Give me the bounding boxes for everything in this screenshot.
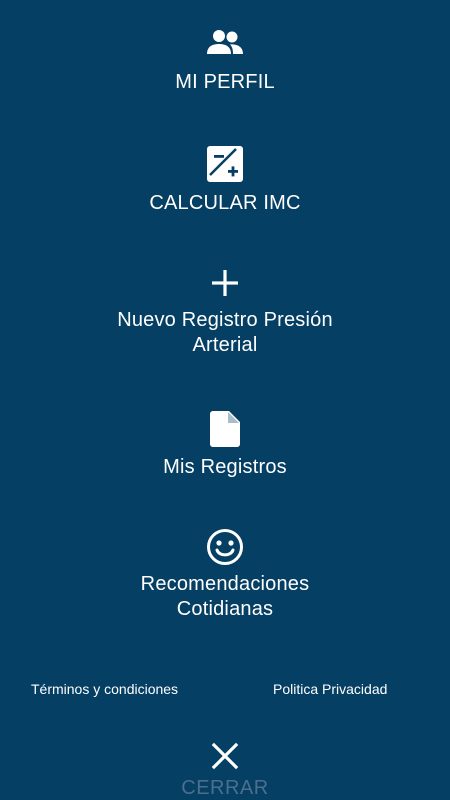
menu-label-recomendaciones: Recomendaciones Cotidianas: [140, 573, 310, 620]
plus-icon: [210, 268, 240, 298]
menu-item-nuevo-registro[interactable]: Nuevo Registro Presión Arterial: [0, 268, 450, 358]
smile-icon: [206, 528, 244, 566]
privacy-link[interactable]: Politica Privacidad: [273, 680, 387, 698]
close-label: CERRAR: [181, 777, 269, 799]
exposure-icon: [206, 145, 244, 183]
users-icon: [205, 28, 245, 56]
menu-label-mis-registros: Mis Registros: [163, 456, 287, 478]
menu-item-calcular-imc[interactable]: CALCULAR IMC: [0, 145, 450, 216]
close-icon: [211, 742, 239, 770]
document-icon: [209, 410, 241, 448]
menu-item-mis-registros[interactable]: Mis Registros: [0, 410, 450, 480]
close-button[interactable]: CERRAR: [0, 742, 450, 800]
menu-label-nuevo-registro: Nuevo Registro Presión Arterial: [117, 309, 333, 356]
menu-item-mi-perfil[interactable]: MI PERFIL: [0, 28, 450, 95]
terms-link[interactable]: Términos y condiciones: [31, 680, 178, 698]
menu-label-calcular-imc: CALCULAR IMC: [149, 192, 301, 214]
menu-item-recomendaciones[interactable]: Recomendaciones Cotidianas: [0, 528, 450, 622]
menu-label-mi-perfil: MI PERFIL: [175, 71, 275, 93]
